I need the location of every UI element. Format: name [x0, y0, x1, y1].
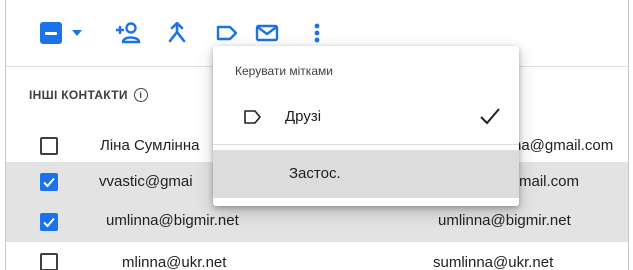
contact-email: sumlinna@ukr.net: [433, 254, 554, 270]
menu-item-label: Друзі: [285, 108, 322, 125]
contact-row[interactable]: umlinna@bigmir.net umlinna@bigmir.net: [6, 202, 628, 242]
apply-button[interactable]: Застос.: [213, 150, 519, 198]
contact-email: umlinna@bigmir.net: [438, 212, 571, 229]
more-actions-button[interactable]: [310, 20, 324, 46]
contacts-panel: ІНШІ КОНТАКТИ i Ліна Сумлінна na@gmail.c…: [5, 0, 629, 270]
section-title: ІНШІ КОНТАКТИ i: [29, 88, 148, 102]
contact-row[interactable]: mlinna@ukr.net sumlinna@ukr.net: [6, 242, 628, 270]
checkmark-icon: [43, 177, 55, 188]
label-button[interactable]: [214, 20, 240, 46]
apply-button-label: Застос.: [289, 165, 341, 182]
contact-email: mail.com: [519, 173, 580, 190]
merge-button[interactable]: [166, 20, 188, 46]
row-checkbox[interactable]: [40, 173, 58, 191]
select-menu-button[interactable]: [70, 20, 84, 46]
row-checkbox[interactable]: [40, 137, 58, 155]
label-outline-icon: [244, 110, 261, 124]
contact-name: mlinna@ukr.net: [122, 254, 227, 270]
contact-name: umlinna@bigmir.net: [106, 212, 239, 229]
manage-labels-menu: Керувати мітками Друзі Застос.: [213, 46, 519, 206]
more-vert-icon: [314, 23, 320, 43]
menu-divider: [213, 144, 519, 145]
check-icon: [480, 108, 500, 125]
contact-name: Ліна Сумлінна: [100, 137, 200, 154]
label-icon: [216, 25, 238, 41]
indeterminate-dash-icon: [45, 31, 57, 35]
mail-icon: [255, 24, 279, 42]
add-person-icon: [116, 22, 141, 44]
checkmark-icon: [43, 217, 55, 228]
add-person-button[interactable]: [114, 20, 142, 46]
merge-icon: [168, 22, 186, 43]
contact-name: vvastic@gmai: [99, 173, 193, 190]
row-checkbox[interactable]: [40, 253, 58, 270]
row-checkbox[interactable]: [40, 213, 58, 231]
section-title-text: ІНШІ КОНТАКТИ: [29, 88, 128, 102]
contact-email: na@gmail.com: [513, 137, 614, 154]
chevron-down-icon: [72, 30, 82, 36]
email-button[interactable]: [254, 20, 280, 46]
select-all-checkbox[interactable]: [40, 22, 62, 44]
menu-item-friends[interactable]: Друзі: [213, 94, 519, 142]
menu-title: Керувати мітками: [235, 64, 333, 78]
info-icon[interactable]: i: [133, 88, 148, 102]
